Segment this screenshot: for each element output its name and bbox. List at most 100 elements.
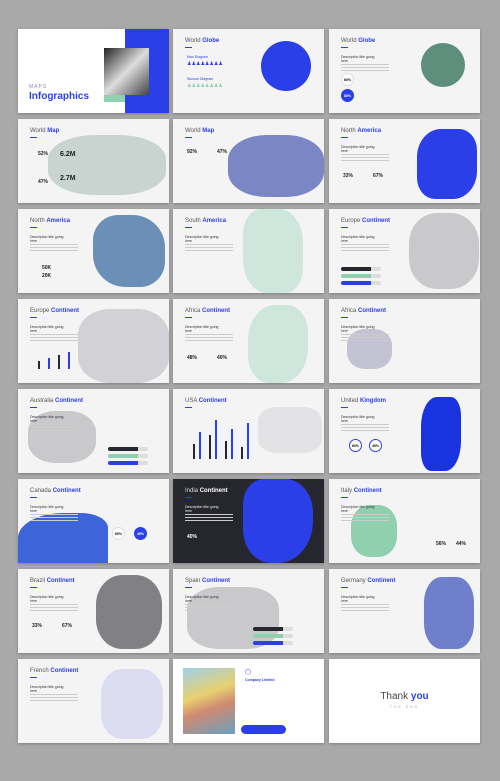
slide-title: Brazil Continent	[30, 578, 75, 584]
progress-bar	[108, 461, 148, 465]
text-line	[341, 334, 389, 335]
body-text-lines	[30, 694, 78, 703]
contact-button[interactable]	[241, 725, 286, 734]
description-title: Description title going here	[30, 595, 64, 604]
slide-title: World Globe	[185, 38, 219, 44]
title-light: Italy	[341, 488, 353, 494]
slide-thumbnail[interactable]: French Continent Description title going …	[18, 659, 169, 743]
company-name: Company Limited	[245, 678, 275, 682]
slide-thumbnail[interactable]: Germany Continent Description title going…	[329, 569, 480, 653]
body-text-lines	[341, 154, 389, 163]
title-light: Europe	[30, 308, 50, 314]
text-line	[30, 337, 78, 338]
slide-thumbnail[interactable]: Italy Continent Description title going h…	[329, 479, 480, 563]
chart-bar	[48, 358, 50, 369]
chart-bar	[68, 352, 70, 369]
slide-thumbnail[interactable]: North America Description title going her…	[329, 119, 480, 203]
thank-word: Thank	[380, 691, 409, 702]
cover-eyebrow: MAPS	[29, 84, 48, 90]
title-underline	[185, 587, 192, 588]
slide-thumbnail[interactable]: Europe Continent Description title going …	[329, 209, 480, 293]
slide-thumbnail[interactable]: World Globe Man Diagram ♟♟♟♟♟♟♟♟ Woman Diag…	[173, 29, 324, 113]
title-underline	[30, 677, 37, 678]
description-title: Description title going here	[341, 595, 375, 604]
text-line	[185, 250, 233, 251]
slide-thumbnail[interactable]: Europe Continent Description title going …	[18, 299, 169, 383]
stat-value: 33%	[32, 623, 43, 629]
text-line	[341, 517, 389, 518]
text-line	[30, 604, 78, 605]
chart-bar	[38, 361, 40, 369]
slide-title: India Continent	[185, 488, 228, 494]
title-underline	[341, 47, 348, 48]
map-shape	[243, 479, 313, 563]
slide-thumbnail[interactable]: USA Continent	[173, 389, 324, 473]
slide-thumbnail[interactable]: North America Description title going her…	[18, 209, 169, 293]
company-logo-icon: ⬡	[245, 669, 252, 676]
slide-thumbnail[interactable]: Africa Continent Description title going …	[173, 299, 324, 383]
title-light: North	[341, 128, 356, 134]
stat-value: 40%	[187, 534, 198, 540]
slide-thumbnail[interactable]: ⬡ Company Limited	[173, 659, 324, 743]
text-line	[341, 160, 389, 161]
slide-title: World Globe	[341, 38, 375, 44]
stat-value: 44%	[456, 541, 467, 547]
text-line	[341, 340, 389, 341]
text-line	[341, 247, 389, 248]
title-bold: Continent	[358, 308, 387, 314]
stat-circle: 60%	[349, 439, 362, 452]
slide-thumbnail[interactable]: Brazil Continent Description title going …	[18, 569, 169, 653]
text-line	[30, 694, 78, 695]
text-line	[30, 607, 78, 608]
title-light: Australia	[30, 398, 54, 404]
body-text-lines	[185, 244, 233, 253]
text-line	[341, 244, 389, 245]
slide-title: North America	[30, 218, 70, 224]
title-bold: Continent	[367, 578, 396, 584]
slide-thumbnail[interactable]: India Continent Description title going h…	[173, 479, 324, 563]
slide-thumbnail[interactable]: Africa Continent Description title going …	[329, 299, 480, 383]
chart-bar	[193, 444, 195, 459]
slide-thumbnail[interactable]: Spain Continent Description title going h…	[173, 569, 324, 653]
description-title: Description title going here	[341, 505, 375, 514]
text-line	[185, 244, 233, 245]
the-end-subtitle: THE END	[389, 705, 420, 709]
slide-title: South America	[185, 218, 226, 224]
description-title: Description title going here	[341, 325, 375, 334]
text-line	[185, 517, 233, 518]
slide-thumbnail[interactable]: World Globe Description title going here 6…	[329, 29, 480, 113]
slide-thumbnail[interactable]: United Kingdom Description title going he…	[329, 389, 480, 473]
title-bold: Continent	[198, 398, 227, 404]
map-shape	[96, 575, 162, 649]
description-title: Description title going here	[30, 685, 64, 694]
stat-circle: 80%	[341, 89, 354, 102]
stat-circle: 60%	[112, 527, 125, 540]
title-underline	[30, 317, 37, 318]
slide-thumbnail[interactable]: MAPS Infographics	[18, 29, 169, 113]
stat-value: 50K	[42, 265, 52, 271]
slide-thumbnail[interactable]: South America Description title going her…	[173, 209, 324, 293]
slide-title: Canada Continent	[30, 488, 81, 494]
progress-bar	[341, 267, 381, 271]
title-bold: America	[202, 218, 227, 224]
slide-title: Italy Continent	[341, 488, 382, 494]
slide-thumbnail[interactable]: Australia Continent Description title goi…	[18, 389, 169, 473]
text-line	[30, 340, 78, 341]
description-title: Description title going here	[30, 505, 64, 514]
diagram-label: Man Diagram	[187, 55, 209, 59]
slide-thumbnail[interactable]: Thank you THE END	[329, 659, 480, 743]
slide-thumbnail[interactable]: World Map 92% 47%	[173, 119, 324, 203]
slide-title: Germany Continent	[341, 578, 395, 584]
text-line	[185, 604, 233, 605]
stat-value: 40%	[217, 355, 228, 361]
chart-bar	[225, 441, 227, 459]
diagram-label: Woman Diagram	[187, 77, 214, 81]
body-text-lines	[341, 604, 389, 613]
text-line	[341, 70, 389, 71]
stat-value: 47%	[217, 149, 228, 155]
people-icons: ♟♟♟♟♟♟♟♟	[187, 61, 223, 67]
slide-thumbnail[interactable]: Canada Continent Description title going …	[18, 479, 169, 563]
slide-thumbnail[interactable]: World Map 52% 47% 6.2M 2.7M	[18, 119, 169, 203]
title-underline	[341, 227, 348, 228]
body-text-lines	[341, 64, 389, 73]
